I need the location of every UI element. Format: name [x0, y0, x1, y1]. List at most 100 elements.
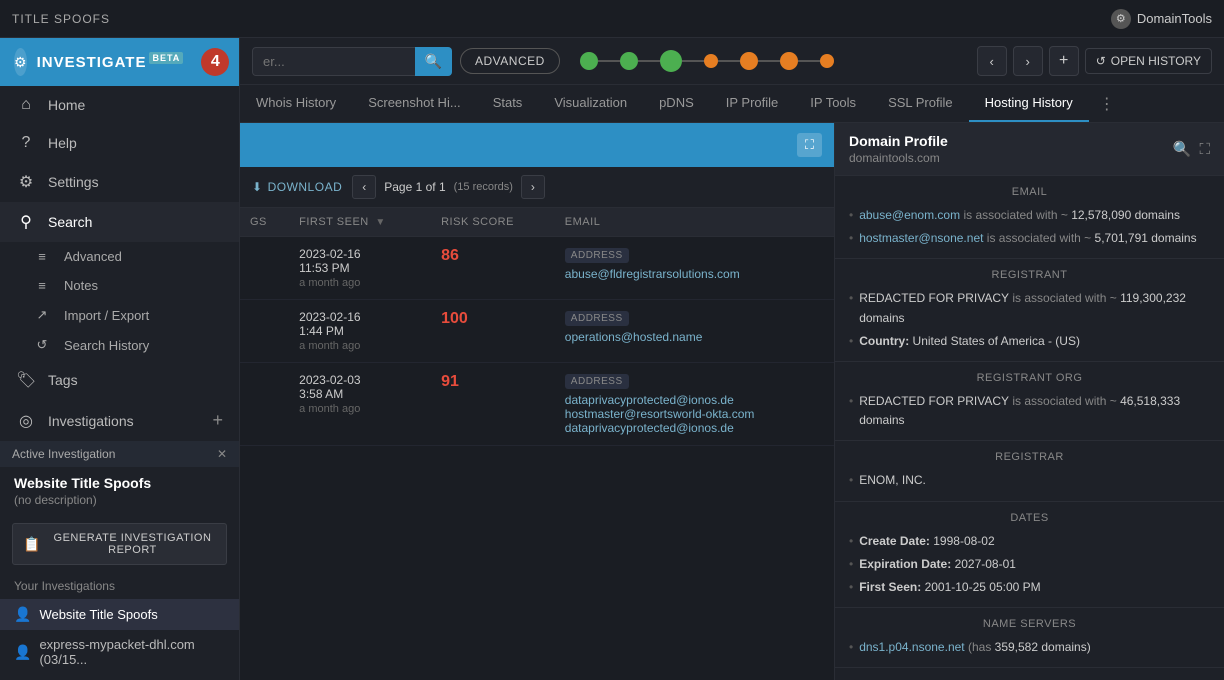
tab-visualization[interactable]: Visualization	[538, 85, 643, 122]
generate-investigation-report-button[interactable]: 📋 GENERATE INVESTIGATION REPORT	[12, 523, 227, 565]
sidebar-item-search-history[interactable]: ↺ Search History	[0, 330, 239, 360]
table-panel: ⛶ ⬇ DOWNLOAD ‹ Page 1 of 1 (15 records) …	[240, 123, 834, 680]
pipeline-node-2	[660, 50, 682, 72]
tab-pdns[interactable]: pDNS	[643, 85, 710, 122]
domain-panel: Domain Profile domaintools.com 🔍 ⛶ Email…	[834, 123, 1224, 680]
pipeline-node-4	[740, 52, 758, 70]
investigations-add-icon[interactable]: +	[212, 410, 223, 431]
tab-ssl-profile[interactable]: SSL Profile	[872, 85, 969, 122]
sidebar-item-advanced[interactable]: ≡ Advanced	[0, 242, 239, 271]
sidebar-header: ⚙ INVESTIGATEbeta 4	[0, 38, 239, 86]
page-next-button[interactable]: ›	[521, 175, 545, 199]
dp-bullet-1: •	[849, 229, 853, 248]
nav-forward-button[interactable]: ›	[1013, 46, 1043, 76]
advanced-button[interactable]: ADVANCED	[460, 48, 560, 74]
tab-stats[interactable]: Stats	[477, 85, 539, 122]
dp-create-date-value: 1998-08-02	[933, 534, 994, 548]
sidebar-item-settings[interactable]: ⚙ Settings	[0, 162, 239, 202]
pipeline-line-1	[638, 60, 660, 62]
sidebar-item-search[interactable]: ⚲ Search	[0, 202, 239, 242]
expand-icon-button[interactable]: ⛶	[797, 133, 822, 157]
pipeline-node-6	[820, 54, 834, 68]
email-link-2b[interactable]: hostmaster@resortsworld-okta.com	[565, 407, 755, 421]
dp-section-dates: Dates • Create Date: 1998-08-02 • Expira…	[835, 502, 1224, 609]
nav-plus-button[interactable]: +	[1049, 46, 1079, 76]
sidebar-item-investigations[interactable]: ◎ Investigations +	[0, 400, 239, 441]
table-row[interactable]: 2023-02-03 3:58 AM a month ago 91 ADDRES…	[240, 363, 834, 446]
tab-ip-profile-label: IP Profile	[726, 95, 779, 110]
email-link-0[interactable]: abuse@fldregistrarsolutions.com	[565, 267, 740, 281]
sidebar-item-help[interactable]: ? Help	[0, 124, 239, 162]
dp-dates-row-2: • First Seen: 2001-10-25 05:00 PM	[849, 578, 1210, 597]
content-area: 🔍 ADVANCED	[240, 38, 1224, 680]
investigation-user-icon-1: 👤	[14, 644, 31, 661]
dp-email-assoc-0: is associated with ~	[963, 208, 1067, 222]
home-icon: ⌂	[16, 96, 36, 114]
tabs-more-button[interactable]: ⋮	[1089, 86, 1125, 122]
date-ago-2: a month ago	[299, 403, 421, 415]
col-first-seen[interactable]: FIRST SEEN ▼	[289, 208, 431, 237]
tab-ip-tools-label: IP Tools	[810, 95, 856, 110]
page-prev-button[interactable]: ‹	[352, 175, 376, 199]
dp-registrant-org-label-0: REDACTED FOR PRIVACY	[859, 394, 1009, 408]
domain-panel-expand-button[interactable]: ⛶	[1199, 140, 1210, 158]
table-row[interactable]: 2023-02-16 11:53 PM a month ago 86 ADDRE…	[240, 237, 834, 300]
email-link-2c[interactable]: dataprivacyprotected@ionos.de	[565, 421, 734, 435]
tab-ip-profile[interactable]: IP Profile	[710, 85, 795, 122]
investigation-item-2[interactable]: 👤 Evil Doings Day0	[0, 674, 239, 680]
dp-registrar-row-0: • ENOM, INC.	[849, 471, 1210, 490]
tab-whois-history[interactable]: Whois History	[240, 85, 352, 122]
dp-ns-assoc-0: (has	[968, 640, 991, 654]
dp-section-name-servers: Name Servers • dns1.p04.nsone.net (has 3…	[835, 608, 1224, 668]
dp-dates-bullet-1: •	[849, 555, 853, 574]
table-row[interactable]: 2023-02-16 1:44 PM a month ago 100 ADDRE…	[240, 300, 834, 363]
investigation-label-1: express-mypacket-dhl.com (03/15...	[39, 637, 225, 667]
email-link-2a[interactable]: dataprivacyprotected@ionos.de	[565, 393, 734, 407]
dp-email-row-1: • hostmaster@nsone.net is associated wit…	[849, 229, 1210, 248]
sidebar-item-import-export[interactable]: ↗ Import / Export	[0, 300, 239, 330]
col-email: EMAIL	[555, 208, 834, 237]
advanced-icon: ≡	[32, 249, 52, 264]
dp-section-email: Email • abuse@enom.com is associated wit…	[835, 176, 1224, 259]
investigation-item-1[interactable]: 👤 express-mypacket-dhl.com (03/15...	[0, 630, 239, 674]
dp-registrant-row-0: • REDACTED FOR PRIVACY is associated wit…	[849, 289, 1210, 327]
search-submit-button[interactable]: 🔍	[415, 47, 452, 76]
search-nav-icon: ⚲	[16, 212, 36, 232]
open-history-button[interactable]: ↺ OPEN HISTORY	[1085, 48, 1212, 74]
dp-dates-bullet-2: •	[849, 578, 853, 597]
investigation-user-icon-0: 👤	[14, 606, 31, 623]
dp-email-row-0: • abuse@enom.com is associated with ~ 12…	[849, 206, 1210, 225]
nav-back-button[interactable]: ‹	[977, 46, 1007, 76]
cell-first-seen-1: 2023-02-16 1:44 PM a month ago	[289, 300, 431, 363]
your-investigations-header: Your Investigations	[0, 573, 239, 599]
dp-dates-row-0: • Create Date: 1998-08-02	[849, 532, 1210, 551]
active-investigation-desc: (no description)	[0, 493, 239, 515]
top-bar-right: ⚙ DomainTools	[1111, 9, 1212, 29]
tabs-row: Whois History Screenshot Hi... Stats Vis…	[240, 85, 1224, 123]
nav-buttons: ‹ › + ↺ OPEN HISTORY	[977, 46, 1212, 76]
sidebar-item-home[interactable]: ⌂ Home	[0, 86, 239, 124]
tab-screenshot-history[interactable]: Screenshot Hi...	[352, 85, 477, 122]
sidebar-item-notes[interactable]: ≡ Notes	[0, 271, 239, 300]
pipeline-line-4	[758, 60, 780, 62]
cell-gs-0	[240, 237, 289, 300]
dp-registrant-bullet-1: •	[849, 332, 853, 351]
col-risk-score: RISK SCORE	[431, 208, 555, 237]
sidebar-item-tags[interactable]: 🏷 Tags	[0, 360, 239, 400]
sidebar-item-home-label: Home	[48, 97, 85, 113]
risk-score-value-0: 86	[441, 247, 459, 264]
dp-registrar-bullet-0: •	[849, 471, 853, 490]
download-button[interactable]: ⬇ DOWNLOAD	[252, 180, 342, 194]
active-investigation-label: Active Investigation	[12, 447, 115, 461]
date-time-2: 3:58 AM	[299, 387, 421, 401]
email-link-1[interactable]: operations@hosted.name	[565, 330, 703, 344]
close-investigation-icon[interactable]: ✕	[217, 447, 227, 461]
blue-header-bar: ⛶	[240, 123, 834, 167]
sidebar-item-search-history-label: Search History	[64, 338, 149, 353]
tab-ip-tools[interactable]: IP Tools	[794, 85, 872, 122]
search-history-icon: ↺	[32, 337, 52, 353]
domain-panel-search-button[interactable]: 🔍	[1173, 140, 1192, 158]
cell-email-1: ADDRESS operations@hosted.name	[555, 300, 834, 363]
investigation-item-0[interactable]: 👤 Website Title Spoofs	[0, 599, 239, 630]
tab-hosting-history[interactable]: Hosting History	[969, 85, 1089, 122]
